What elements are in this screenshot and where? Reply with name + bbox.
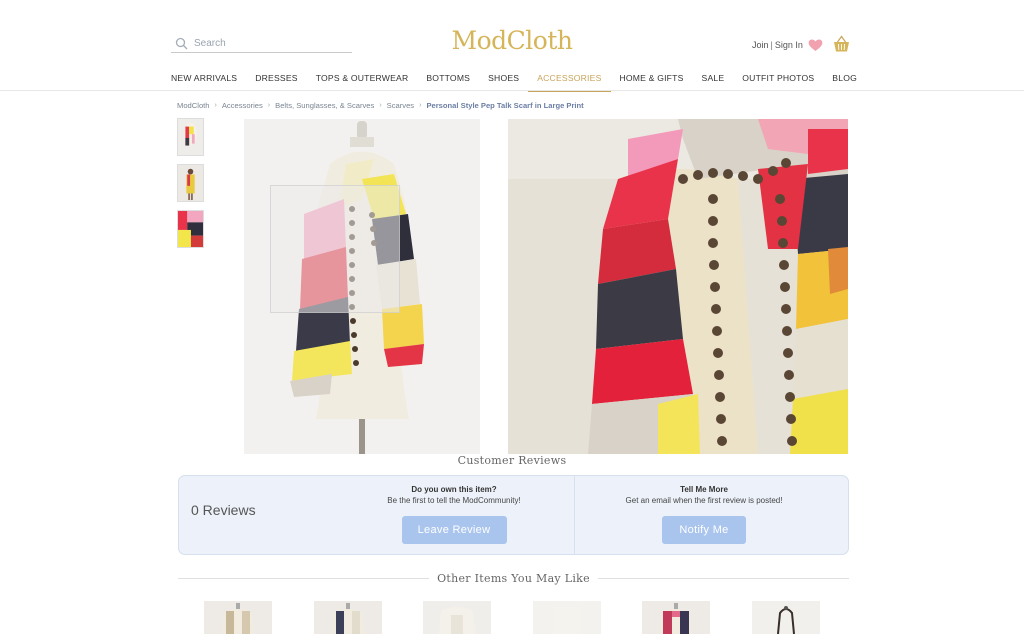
tell-me-more-title: Tell Me More xyxy=(680,485,728,494)
heart-icon[interactable] xyxy=(808,38,823,52)
thumbnail-model[interactable] xyxy=(177,164,204,202)
nav-dresses[interactable]: DRESSES xyxy=(246,67,306,90)
product-main-image[interactable] xyxy=(244,119,480,454)
nav-shoes[interactable]: SHOES xyxy=(479,67,528,90)
join-link[interactable]: Join xyxy=(752,40,769,50)
zoom-lens[interactable] xyxy=(270,185,400,313)
account-separator: | xyxy=(770,40,773,50)
heading-rule-left xyxy=(178,577,430,579)
account-links: Join | Sign In xyxy=(752,40,803,50)
reviews-divider xyxy=(574,476,575,554)
nav-accessories[interactable]: ACCESSORIES xyxy=(528,67,611,92)
reviews-panel: 0 Reviews Do you own this item? Be the f… xyxy=(178,475,849,555)
breadcrumb-accessories[interactable]: Accessories xyxy=(222,101,263,110)
nav-new-arrivals[interactable]: NEW ARRIVALS xyxy=(162,67,246,90)
tell-me-more-subtext: Get an email when the first review is po… xyxy=(625,496,783,505)
nav-outfit-photos[interactable]: OUTFIT PHOTOS xyxy=(733,67,823,90)
search-input[interactable] xyxy=(194,37,344,49)
recommended-item[interactable] xyxy=(752,601,820,634)
search-icon xyxy=(175,37,188,49)
nav-tops-outerwear[interactable]: TOPS & OUTERWEAR xyxy=(307,67,418,90)
reviews-heading: Customer Reviews xyxy=(457,454,567,467)
header-divider xyxy=(0,90,1024,91)
own-item-subtext: Be the first to tell the ModCommunity! xyxy=(387,496,521,505)
main-nav: NEW ARRIVALS DRESSES TOPS & OUTERWEAR BO… xyxy=(162,67,862,92)
search-bar[interactable] xyxy=(171,34,352,53)
breadcrumb-current: Personal Style Pep Talk Scarf in Large P… xyxy=(426,101,584,110)
breadcrumb: ModCloth › Accessories › Belts, Sunglass… xyxy=(177,101,584,110)
chevron-right-icon: › xyxy=(419,102,422,109)
site-logo[interactable]: ModCloth xyxy=(440,26,584,55)
thumbnail-detail[interactable] xyxy=(177,210,204,248)
breadcrumb-modcloth[interactable]: ModCloth xyxy=(177,101,210,110)
breadcrumb-scarves[interactable]: Scarves xyxy=(387,101,414,110)
notify-me-button[interactable]: Notify Me xyxy=(662,516,746,544)
own-item-question: Do you own this item? xyxy=(411,485,497,494)
thumbnail-mannequin[interactable] xyxy=(177,118,204,156)
recommended-item[interactable] xyxy=(533,601,601,634)
recommended-item[interactable] xyxy=(423,601,491,634)
sign-in-link[interactable]: Sign In xyxy=(775,40,803,50)
leave-review-section: Do you own this item? Be the first to te… xyxy=(339,485,569,544)
recommended-item[interactable] xyxy=(642,601,710,634)
chevron-right-icon: › xyxy=(214,102,217,109)
nav-bottoms[interactable]: BOTTOMS xyxy=(417,67,479,90)
recommended-item[interactable] xyxy=(314,601,382,634)
product-zoom-image xyxy=(508,119,848,454)
other-items-heading: Other Items You May Like xyxy=(178,571,849,585)
heading-rule-right xyxy=(597,577,849,579)
reviews-count: 0 Reviews xyxy=(191,502,256,518)
other-items-title: Other Items You May Like xyxy=(437,571,590,585)
notify-section: Tell Me More Get an email when the first… xyxy=(584,485,824,544)
nav-home-gifts[interactable]: HOME & GIFTS xyxy=(611,67,693,90)
nav-sale[interactable]: SALE xyxy=(693,67,734,90)
leave-review-button[interactable]: Leave Review xyxy=(401,516,507,544)
recommended-item[interactable] xyxy=(204,601,272,634)
breadcrumb-belts[interactable]: Belts, Sunglasses, & Scarves xyxy=(275,101,374,110)
basket-icon[interactable] xyxy=(833,35,850,53)
chevron-right-icon: › xyxy=(379,102,382,109)
chevron-right-icon: › xyxy=(267,102,271,109)
nav-blog[interactable]: BLOG xyxy=(823,67,866,90)
